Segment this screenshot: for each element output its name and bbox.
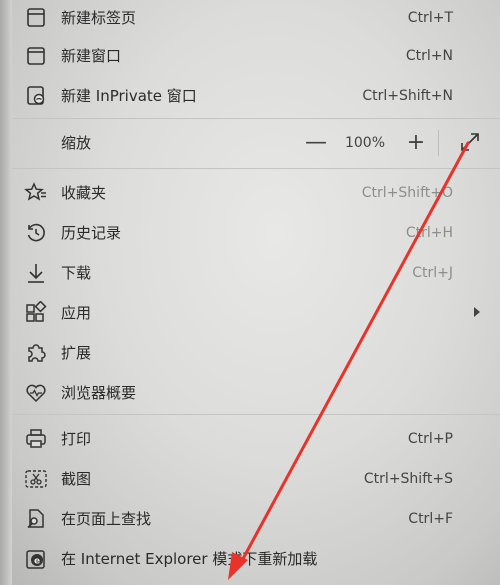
apps-icon <box>24 301 48 325</box>
menu-item-label: 应用 <box>61 304 92 322</box>
menu-item-shortcut: Ctrl+F <box>408 511 453 527</box>
menu-item-history[interactable]: 历史记录 Ctrl+H <box>12 215 500 251</box>
extensions-puzzle-icon <box>24 341 48 365</box>
menu-item-label: 在页面上查找 <box>61 510 152 528</box>
menu-item-screenshot[interactable]: 截图 Ctrl+Shift+S <box>12 461 500 497</box>
menu-item-shortcut: Ctrl+Shift+O <box>361 185 453 201</box>
fullscreen-icon[interactable] <box>458 130 482 154</box>
menu-item-find-on-page[interactable]: 在页面上查找 Ctrl+F <box>12 501 500 537</box>
menu-divider <box>12 414 500 415</box>
download-icon <box>24 261 48 285</box>
menu-item-downloads[interactable]: 下载 Ctrl+J <box>12 255 500 291</box>
menu-item-label: 在 Internet Explorer 模式下重新加载 <box>61 550 318 568</box>
menu-item-extensions[interactable]: 扩展 <box>12 335 500 371</box>
menu-item-shortcut: Ctrl+Shift+S <box>363 471 453 487</box>
submenu-arrow-icon <box>474 307 480 317</box>
menu-item-shortcut: Ctrl+J <box>412 265 453 281</box>
menu-item-label: 收藏夹 <box>61 184 107 202</box>
history-icon <box>24 221 48 245</box>
zoom-separator <box>438 130 439 156</box>
print-icon <box>24 427 48 451</box>
zoom-level: 100% <box>344 135 386 151</box>
menu-item-reload-ie-mode[interactable]: e 在 Internet Explorer 模式下重新加载 <box>12 541 500 577</box>
menu-item-print[interactable]: 打印 Ctrl+P <box>12 421 500 457</box>
inprivate-window-icon <box>24 84 48 108</box>
zoom-in-button[interactable]: + <box>402 126 430 160</box>
menu-item-label: 历史记录 <box>61 224 122 242</box>
new-window-icon <box>24 44 48 68</box>
menu-item-label: 截图 <box>61 470 92 488</box>
menu-item-label: 新建 InPrivate 窗口 <box>61 87 197 105</box>
menu-item-shortcut: Ctrl+T <box>407 10 453 26</box>
menu-item-new-inprivate-window[interactable]: 新建 InPrivate 窗口 Ctrl+Shift+N <box>12 78 500 114</box>
favorites-star-icon <box>24 181 48 205</box>
menu-item-shortcut: Ctrl+P <box>407 431 453 447</box>
zoom-label: 缩放 <box>61 134 92 152</box>
menu-item-shortcut: Ctrl+N <box>405 48 453 64</box>
new-tab-icon <box>24 6 48 30</box>
menu-item-label: 新建窗口 <box>61 47 122 65</box>
find-on-page-icon <box>24 507 48 531</box>
menu-item-label: 扩展 <box>61 344 92 362</box>
menu-item-apps[interactable]: 应用 <box>12 295 500 331</box>
menu-item-favorites[interactable]: 收藏夹 Ctrl+Shift+O <box>12 175 500 211</box>
menu-divider <box>12 118 500 119</box>
menu-item-shortcut: Ctrl+H <box>405 225 453 241</box>
menu-item-browser-essentials[interactable]: 浏览器概要 <box>12 375 500 411</box>
window-edge <box>0 0 12 585</box>
menu-item-shortcut: Ctrl+Shift+N <box>362 88 453 104</box>
menu-item-label: 浏览器概要 <box>61 384 137 402</box>
svg-text:e: e <box>34 557 40 567</box>
menu-item-label: 下载 <box>61 264 92 282</box>
browser-essentials-heart-icon <box>24 381 48 405</box>
menu-item-label: 新建标签页 <box>61 9 137 27</box>
screenshot-scissors-icon <box>24 467 48 491</box>
internet-explorer-icon: e <box>24 547 48 571</box>
browser-settings-menu: 新建标签页 Ctrl+T 新建窗口 Ctrl+N 新建 InPrivate 窗口… <box>12 0 500 585</box>
menu-item-label: 打印 <box>61 430 92 448</box>
menu-item-new-tab[interactable]: 新建标签页 Ctrl+T <box>12 0 500 36</box>
menu-item-new-window[interactable]: 新建窗口 Ctrl+N <box>12 38 500 74</box>
menu-divider <box>12 168 500 169</box>
zoom-out-button[interactable]: — <box>302 126 330 160</box>
